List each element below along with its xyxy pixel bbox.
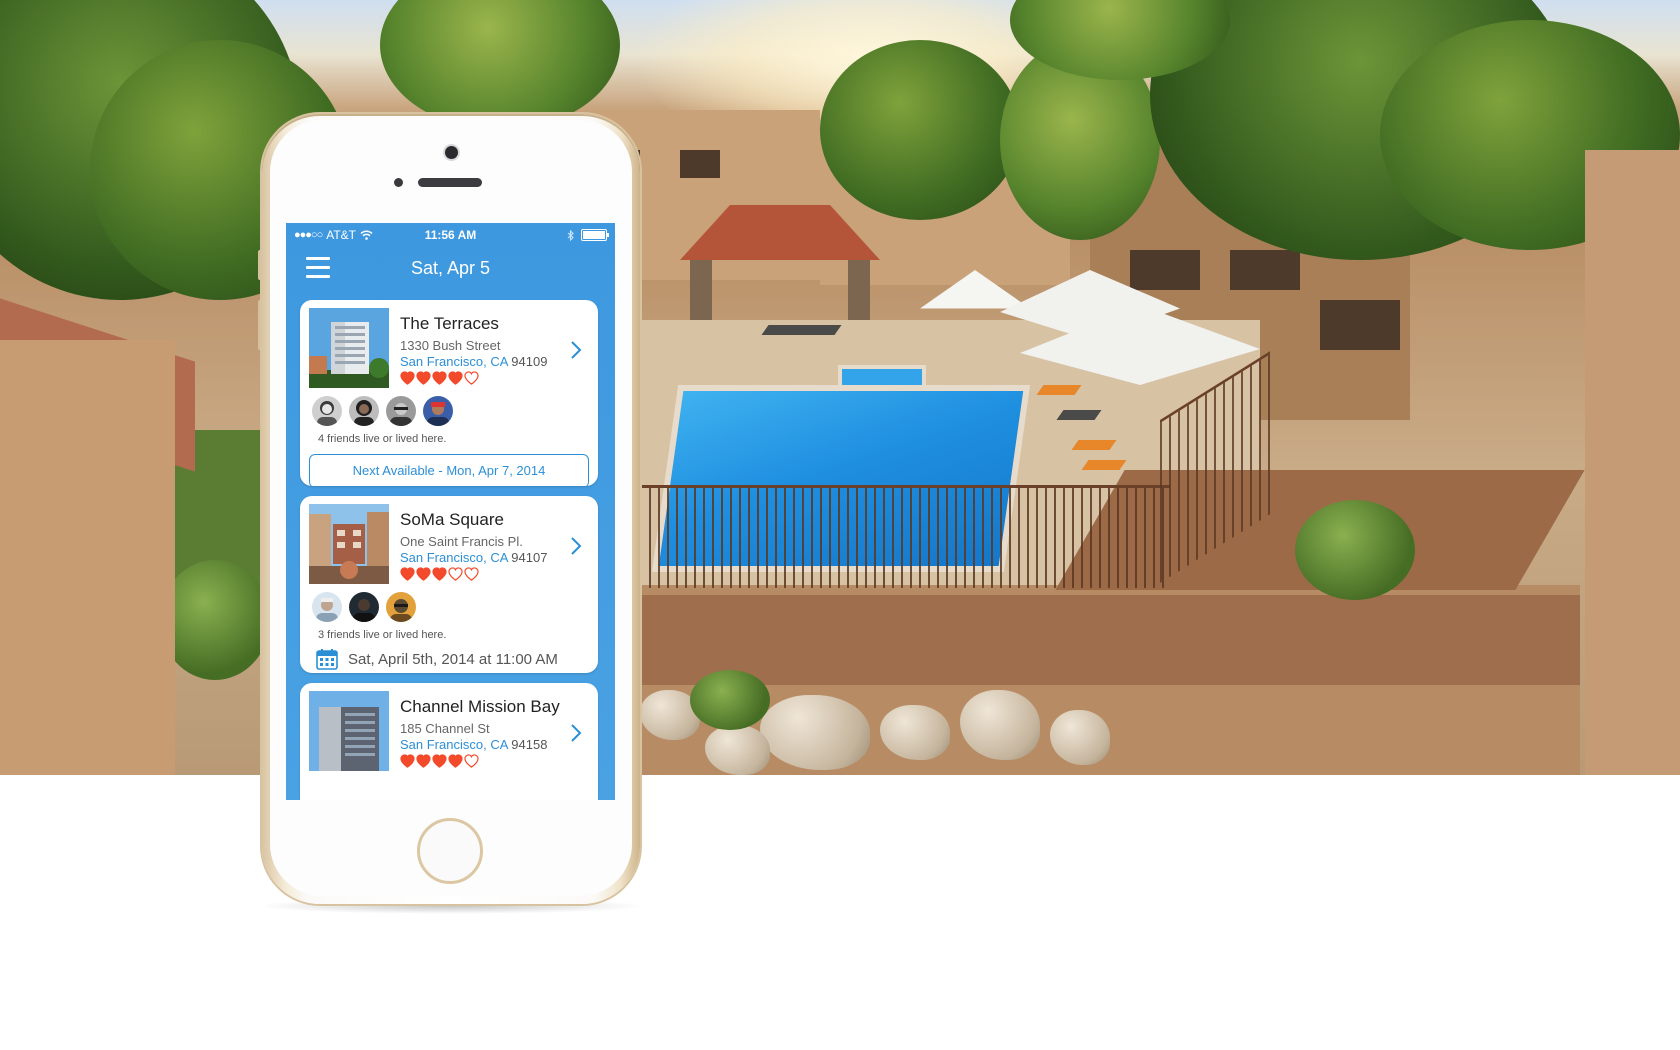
status-bar: ●●●○○ AT&T 11:56 AM (286, 223, 615, 247)
heart-filled-icon (432, 754, 447, 768)
lounge-chair (796, 325, 842, 335)
avatar[interactable] (386, 396, 416, 426)
nav-bar: Sat, Apr 5 (286, 247, 615, 289)
listing-photo (309, 691, 389, 771)
status-time: 11:56 AM (424, 228, 477, 242)
listing-city: San Francisco, CA 94107 (400, 550, 547, 565)
home-button[interactable] (417, 818, 483, 884)
front-camera (445, 146, 458, 159)
lounge-chair (1071, 440, 1117, 450)
heart-filled-icon (448, 371, 463, 385)
listing-name: SoMa Square (400, 510, 504, 529)
planter-soil (640, 595, 1580, 685)
shrub (690, 670, 770, 730)
listing-city: San Francisco, CA 94158 (400, 737, 547, 752)
listing-name: Channel Mission Bay (400, 697, 560, 716)
next-available-button[interactable]: Next Available - Mon, Apr 7, 2014 (309, 454, 589, 486)
building-window (680, 150, 720, 178)
heart-empty-icon (464, 371, 479, 385)
listing-card[interactable]: The Terraces 1330 Bush Street San Franci… (300, 300, 598, 486)
listing-city-name: San Francisco, CA (400, 737, 508, 752)
listing-card[interactable]: Channel Mission Bay 185 Channel St San F… (300, 683, 598, 800)
earpiece-speaker (418, 178, 482, 187)
listing-card[interactable]: SoMa Square One Saint Francis Pl. San Fr… (300, 496, 598, 673)
listing-zip: 94107 (511, 550, 548, 565)
friend-avatars (312, 592, 416, 622)
heart-filled-icon (416, 754, 431, 768)
friends-count-text: 3 friends live or lived here. (318, 629, 447, 641)
heart-filled-icon (400, 754, 415, 768)
avatar[interactable] (386, 592, 416, 622)
friend-avatars (312, 396, 453, 426)
avatar[interactable] (312, 396, 342, 426)
background-photo (0, 0, 1680, 775)
chevron-right-icon[interactable] (566, 723, 586, 743)
nav-title: Sat, Apr 5 (410, 258, 491, 278)
foreground-wall-right (1585, 150, 1680, 775)
heart-filled-icon (416, 371, 431, 385)
listing-street: 1330 Bush Street (400, 338, 501, 353)
scheduled-visit-label: Sat, April 5th, 2014 at 11:00 AM (348, 650, 558, 668)
building-window (1130, 250, 1200, 290)
heart-filled-icon (432, 567, 447, 581)
heart-filled-icon (448, 754, 463, 768)
listing-zip: 94109 (511, 354, 548, 369)
avatar[interactable] (312, 592, 342, 622)
listing-zip: 94158 (511, 737, 548, 752)
friends-count-text: 4 friends live or lived here. (318, 433, 447, 445)
lounge-chair (1081, 460, 1127, 470)
tree (820, 40, 1020, 220)
listing-street: 185 Channel St (400, 721, 490, 736)
listing-city-name: San Francisco, CA (400, 354, 508, 369)
heart-empty-icon (464, 754, 479, 768)
listing-photo (309, 308, 389, 388)
shrub (160, 560, 270, 680)
rating-hearts (400, 567, 479, 581)
rating-hearts (400, 371, 479, 385)
heart-filled-icon (400, 567, 415, 581)
lounge-chair (1036, 385, 1082, 395)
avatar[interactable] (349, 592, 379, 622)
heart-empty-icon (464, 567, 479, 581)
shrub (1295, 500, 1415, 600)
heart-filled-icon (432, 371, 447, 385)
battery-icon (581, 229, 609, 241)
bluetooth-icon (567, 229, 574, 241)
calendar-icon (316, 649, 338, 670)
chevron-right-icon[interactable] (566, 340, 586, 360)
avatar[interactable] (349, 396, 379, 426)
pool-fence (640, 485, 1170, 588)
listing-city: San Francisco, CA 94109 (400, 354, 547, 369)
listing-name: The Terraces (400, 314, 499, 333)
listing-photo (309, 504, 389, 584)
chevron-right-icon[interactable] (566, 536, 586, 556)
status-right (567, 229, 609, 241)
listing-city-name: San Francisco, CA (400, 550, 508, 565)
lounge-chair (1056, 410, 1102, 420)
listing-street: One Saint Francis Pl. (400, 534, 523, 549)
building-window (1320, 300, 1400, 350)
rating-hearts (400, 754, 479, 768)
heart-filled-icon (416, 567, 431, 581)
scheduled-visit[interactable]: Sat, April 5th, 2014 at 11:00 AM (316, 648, 558, 670)
proximity-sensor (394, 178, 403, 187)
avatar[interactable] (423, 396, 453, 426)
heart-empty-icon (448, 567, 463, 581)
foreground-wall-left (0, 340, 175, 775)
heart-filled-icon (400, 371, 415, 385)
building-window (1230, 250, 1300, 290)
phone-screen: ●●●○○ AT&T 11:56 AM Sat, Apr 5 The Terra… (286, 223, 615, 800)
